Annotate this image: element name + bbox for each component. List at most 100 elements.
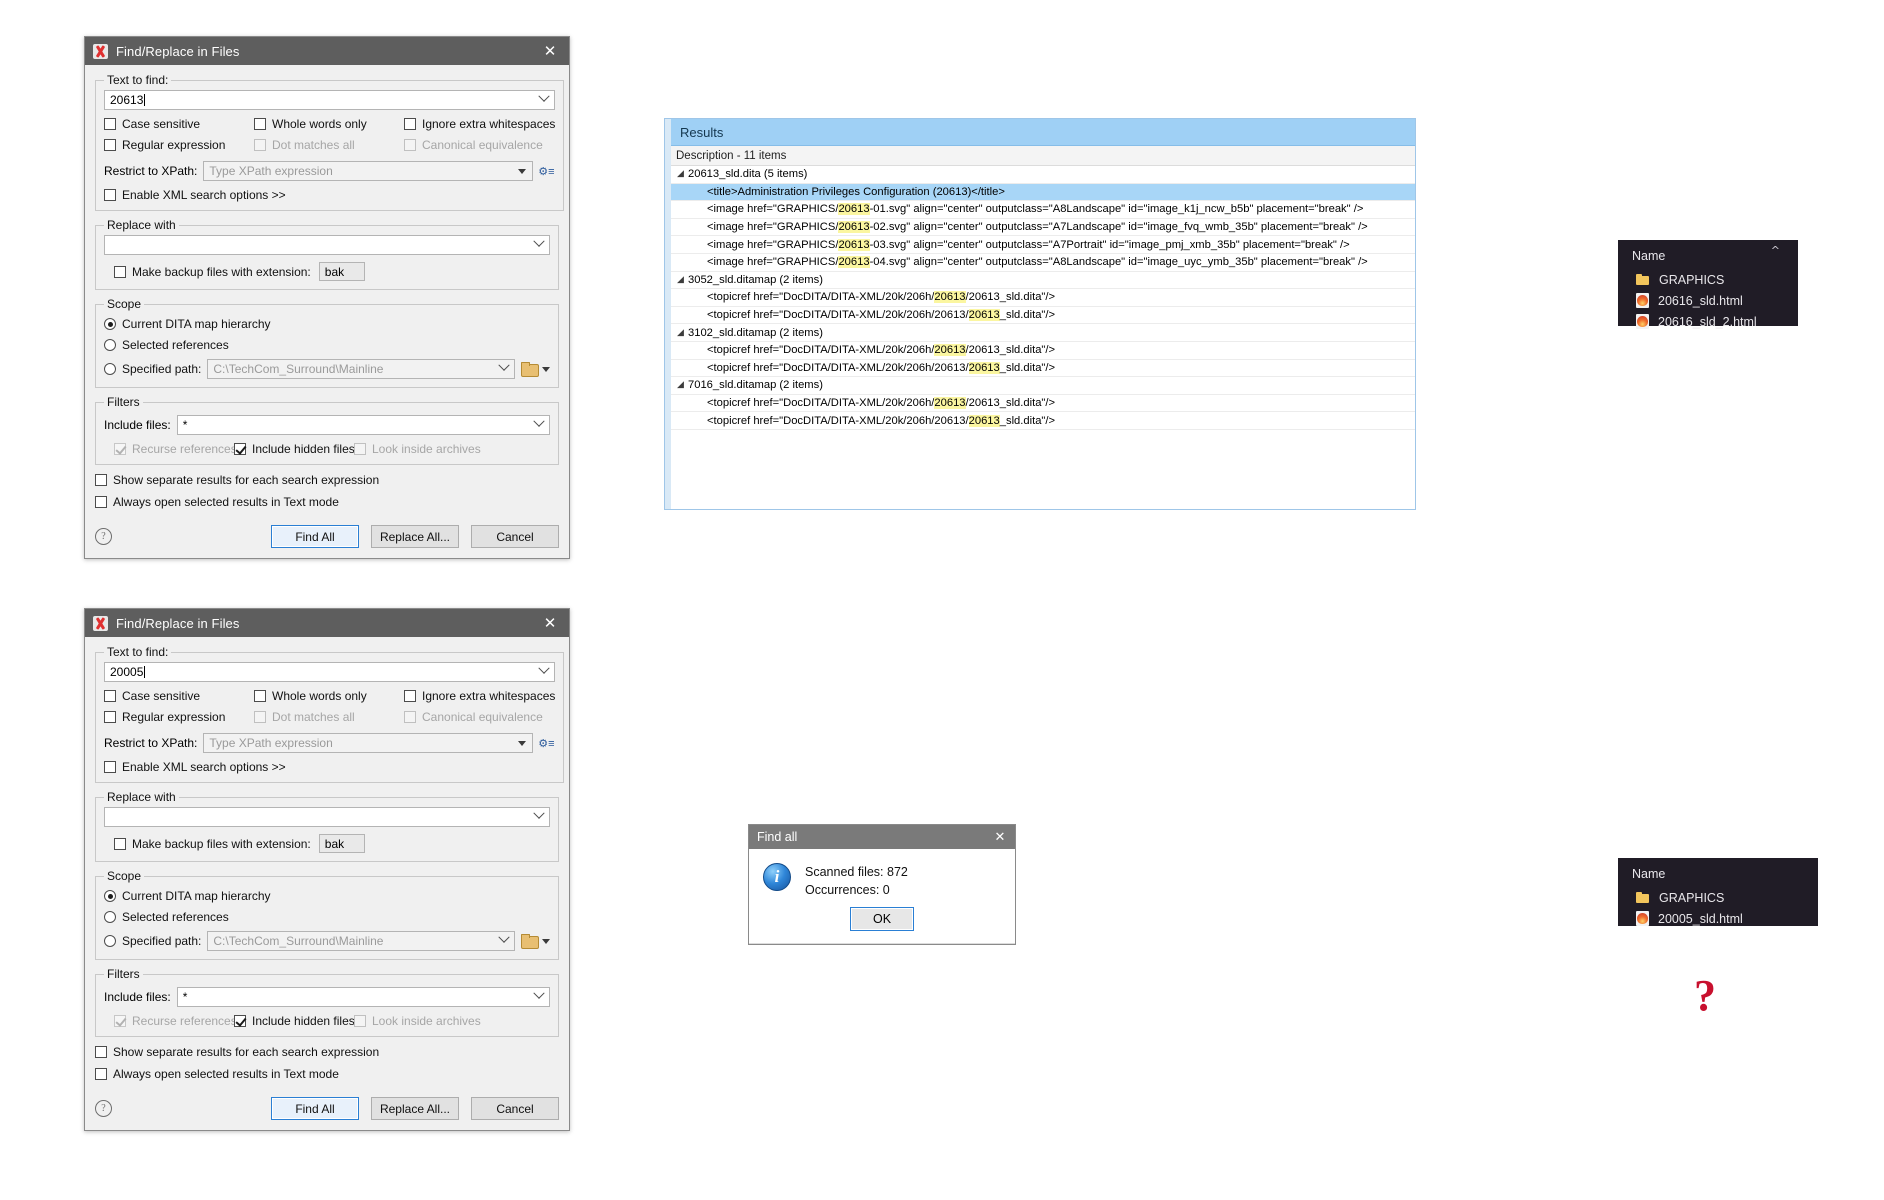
results-match-row[interactable]: <topicref href="DocDITA/DITA-XML/20k/206… (671, 395, 1415, 413)
chevron-down-icon[interactable] (512, 166, 532, 177)
find-replace-dialog-2[interactable]: Find/Replace in Files ✕ Text to find: 20… (84, 608, 570, 1131)
checkbox-label: Dot matches all (272, 138, 355, 152)
file-list-panel-1[interactable]: ^ Name GRAPHICS 20616_sld.html 20616_sld… (1618, 240, 1798, 329)
file-list-item[interactable]: GRAPHICS (1618, 269, 1798, 290)
include-files-input[interactable]: * (176, 987, 550, 1007)
search-input[interactable]: 20613 (104, 90, 556, 110)
replace-all-button[interactable]: Replace All... (371, 525, 459, 548)
results-tree[interactable]: ◢ 20613_sld.dita (5 items) <title>Administ… (671, 166, 1415, 430)
dialog-titlebar[interactable]: Find/Replace in Files ✕ (85, 37, 569, 65)
checkbox-case-sensitive[interactable]: Case sensitive (104, 117, 254, 131)
gear-icon[interactable]: ⚙≡ (537, 734, 555, 752)
backup-extension-input[interactable]: bak (318, 262, 365, 281)
file-list-item[interactable]: GRAPHICS (1618, 887, 1818, 908)
checkbox-always-open-text-mode[interactable]: Always open selected results in Text mod… (95, 1067, 559, 1081)
specified-path-input[interactable]: C:\TechCom_Surround\Mainline (207, 931, 515, 951)
find-all-message-box[interactable]: Find all ✕ i Scanned files: 872 Occurren… (748, 824, 1016, 945)
chevron-down-icon[interactable] (542, 938, 550, 944)
results-match-row[interactable]: <image href="GRAPHICS/20613-01.svg" alig… (671, 201, 1415, 219)
help-icon[interactable]: ? (95, 528, 112, 545)
chevron-down-icon[interactable] (529, 987, 549, 1003)
results-group-row[interactable]: ◢ 3052_sld.ditamap (2 items) (671, 272, 1415, 290)
chevron-down-icon[interactable] (529, 807, 549, 823)
chevron-up-icon[interactable]: ^ (1771, 244, 1780, 257)
results-group-row[interactable]: ◢ 7016_sld.ditamap (2 items) (671, 377, 1415, 395)
replace-input[interactable] (104, 807, 550, 827)
radio-specified-path-row[interactable]: Specified path: C:\TechCom_Surround\Main… (104, 931, 550, 951)
results-match-row[interactable]: <topicref href="DocDITA/DITA-XML/20k/206… (671, 412, 1415, 430)
checkbox-show-separate-results[interactable]: Show separate results for each search ex… (95, 1045, 559, 1059)
chevron-down-icon[interactable] (534, 90, 554, 106)
replace-all-button[interactable]: Replace All... (371, 1097, 459, 1120)
chevron-down-icon[interactable] (534, 662, 554, 678)
radio-current-dita-map-hierarchy[interactable]: Current DITA map hierarchy (104, 317, 550, 331)
include-files-input[interactable]: * (176, 415, 550, 435)
results-group-row[interactable]: ◢ 3102_sld.ditamap (2 items) (671, 324, 1415, 342)
triangle-expanded-icon[interactable]: ◢ (677, 380, 688, 390)
find-all-button[interactable]: Find All (271, 1097, 359, 1120)
triangle-expanded-icon[interactable]: ◢ (677, 169, 688, 179)
file-list-panel-2[interactable]: Name GRAPHICS 20005_sld.html (1618, 858, 1818, 926)
close-icon[interactable]: ✕ (989, 826, 1011, 848)
checkbox-enable-xml-search-options[interactable]: Enable XML search options >> (104, 188, 286, 202)
radio-specified-path-row[interactable]: Specified path: C:\TechCom_Surround\Main… (104, 359, 550, 379)
checkbox-whole-words-only[interactable]: Whole words only (254, 689, 404, 703)
help-icon[interactable]: ? (95, 1100, 112, 1117)
chevron-down-icon[interactable] (542, 366, 550, 372)
find-replace-dialog-1[interactable]: Find/Replace in Files ✕ Text to find: 20… (84, 36, 570, 559)
checkbox-include-hidden-files[interactable]: Include hidden files (234, 1014, 355, 1028)
checkbox-enable-xml-search-options[interactable]: Enable XML search options >> (104, 760, 286, 774)
results-match-row[interactable]: <title>Administration Privileges Configu… (671, 183, 1415, 202)
checkbox-ignore-extra-whitespaces[interactable]: Ignore extra whitespaces (404, 689, 555, 703)
results-group-row[interactable]: ◢ 20613_sld.dita (5 items) (671, 166, 1415, 184)
results-match-row[interactable]: <image href="GRAPHICS/20613-04.svg" alig… (671, 254, 1415, 272)
chevron-down-icon[interactable] (512, 738, 532, 749)
search-input[interactable]: 20005 (104, 662, 556, 682)
radio-selected-references[interactable]: Selected references (104, 338, 550, 352)
dialog-titlebar[interactable]: Find/Replace in Files ✕ (85, 609, 569, 637)
checkbox-regular-expression[interactable]: Regular expression (104, 710, 254, 724)
replace-input[interactable] (104, 235, 550, 255)
folder-icon[interactable] (521, 362, 539, 377)
file-list-item[interactable]: 20616_sld.html (1618, 290, 1798, 311)
results-match-row[interactable]: <topicref href="DocDITA/DITA-XML/20k/206… (671, 342, 1415, 360)
checkbox-include-hidden-files[interactable]: Include hidden files (234, 442, 355, 456)
close-icon[interactable]: ✕ (537, 38, 563, 64)
chevron-down-icon[interactable] (529, 235, 549, 251)
checkbox-whole-words-only[interactable]: Whole words only (254, 117, 404, 131)
close-icon[interactable]: ✕ (537, 610, 563, 636)
backup-extension-input[interactable]: bak (318, 834, 365, 853)
find-all-button[interactable]: Find All (271, 525, 359, 548)
xpath-input[interactable]: Type XPath expression (203, 161, 534, 181)
triangle-expanded-icon[interactable]: ◢ (677, 328, 688, 338)
results-panel[interactable]: Results Description - 11 items ◢ 20613_sl… (664, 118, 1416, 510)
gear-icon[interactable]: ⚙≡ (537, 162, 555, 180)
results-match-row[interactable]: <topicref href="DocDITA/DITA-XML/20k/206… (671, 307, 1415, 325)
radio-selected-references[interactable]: Selected references (104, 910, 550, 924)
xpath-input[interactable]: Type XPath expression (203, 733, 534, 753)
checkbox-ignore-extra-whitespaces[interactable]: Ignore extra whitespaces (404, 117, 555, 131)
specified-path-input[interactable]: C:\TechCom_Surround\Mainline (207, 359, 515, 379)
checkbox-regular-expression[interactable]: Regular expression (104, 138, 254, 152)
checkbox-always-open-text-mode[interactable]: Always open selected results in Text mod… (95, 495, 559, 509)
messagebox-titlebar[interactable]: Find all ✕ (749, 825, 1015, 849)
file-list-item[interactable]: 20616_sld_2.html (1618, 311, 1798, 332)
results-match-row[interactable]: <topicref href="DocDITA/DITA-XML/20k/206… (671, 289, 1415, 307)
chevron-down-icon[interactable] (529, 415, 549, 431)
cancel-button[interactable]: Cancel (471, 525, 559, 548)
chevron-down-icon[interactable] (494, 931, 514, 947)
results-match-row[interactable]: <topicref href="DocDITA/DITA-XML/20k/206… (671, 360, 1415, 378)
results-match-row[interactable]: <image href="GRAPHICS/20613-03.svg" alig… (671, 236, 1415, 254)
checkbox-show-separate-results[interactable]: Show separate results for each search ex… (95, 473, 559, 487)
results-match-row[interactable]: <image href="GRAPHICS/20613-02.svg" alig… (671, 219, 1415, 237)
folder-icon[interactable] (521, 934, 539, 949)
checkbox-make-backup-files[interactable]: Make backup files with extension: (114, 837, 311, 851)
cancel-button[interactable]: Cancel (471, 1097, 559, 1120)
triangle-expanded-icon[interactable]: ◢ (677, 275, 688, 285)
file-list-item[interactable]: 20005_sld.html (1618, 908, 1818, 929)
chevron-down-icon[interactable] (494, 359, 514, 375)
checkbox-case-sensitive[interactable]: Case sensitive (104, 689, 254, 703)
ok-button[interactable]: OK (850, 907, 914, 931)
checkbox-make-backup-files[interactable]: Make backup files with extension: (114, 265, 311, 279)
radio-current-dita-map-hierarchy[interactable]: Current DITA map hierarchy (104, 889, 550, 903)
